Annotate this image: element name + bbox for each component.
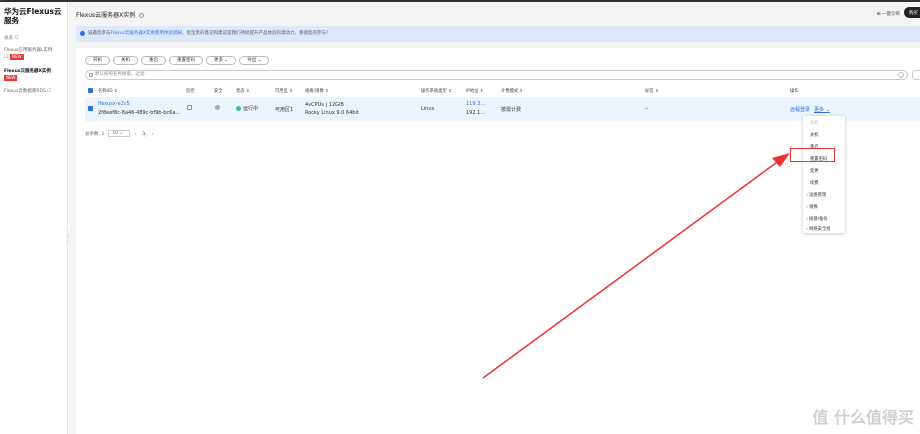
watermark: 值 什么值得买	[812, 408, 914, 427]
arrow-head	[772, 153, 790, 167]
arrow-line	[482, 159, 781, 379]
annotation-arrow	[482, 153, 790, 379]
